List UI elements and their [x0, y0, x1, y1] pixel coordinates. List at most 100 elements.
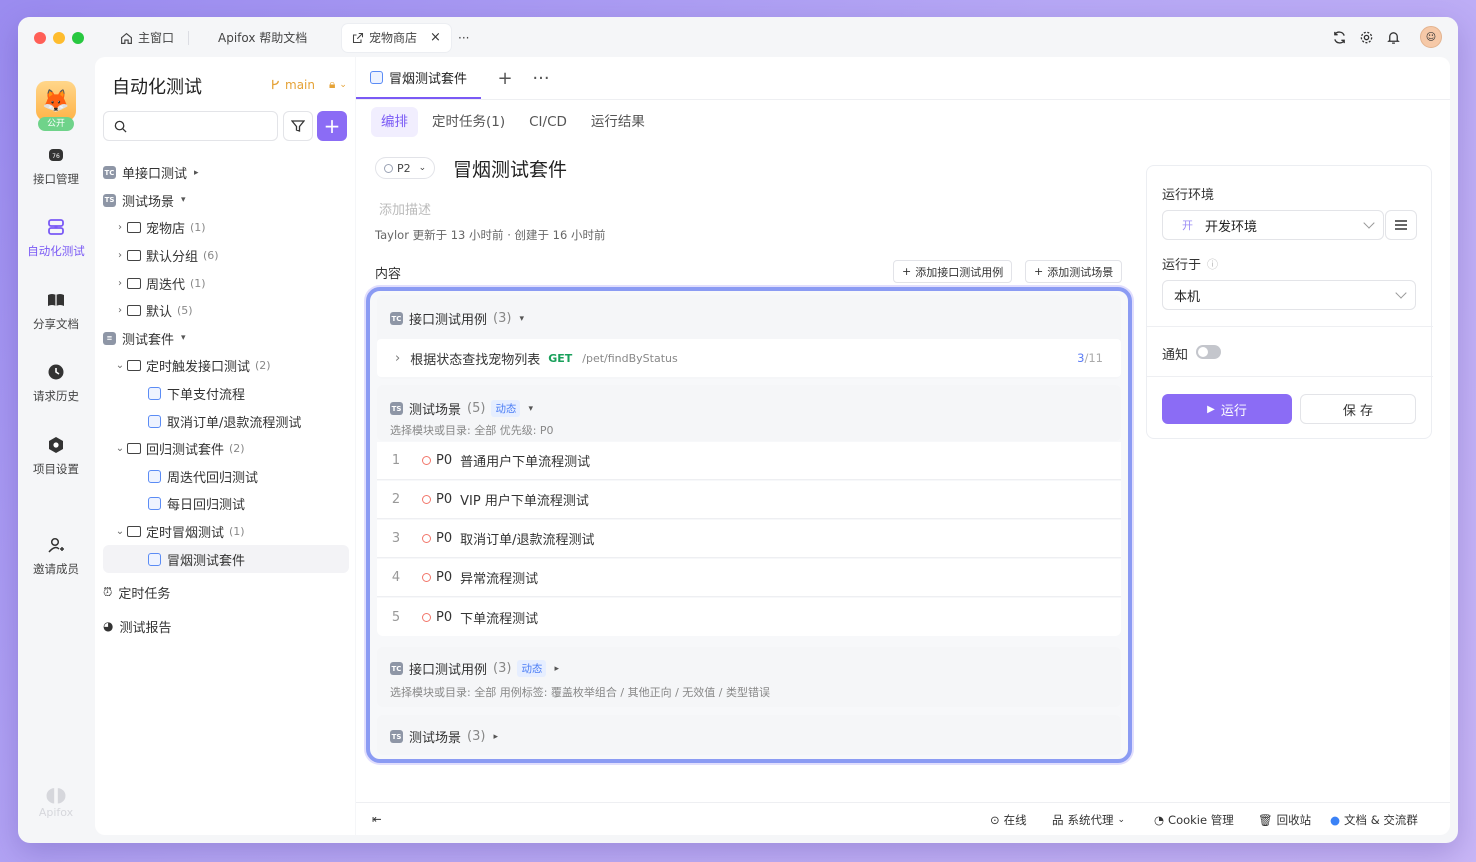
notify-label: 通知 [1162, 348, 1189, 363]
scene-row[interactable]: 1 P0 普通用户下单流程测试 [377, 442, 1121, 480]
window-tab-petstore[interactable]: 宠物商店 × [342, 24, 451, 52]
tree-root-test-suites[interactable]: ≡ 测试套件 ▾ [103, 325, 349, 353]
rail-item-api-management[interactable]: 76 接口管理 [18, 145, 94, 187]
chevron-right-icon[interactable]: › [113, 250, 127, 261]
description-field[interactable]: 添加描述 [379, 199, 431, 218]
minimize-window-button[interactable] [53, 32, 65, 44]
tree-root-test-reports[interactable]: ◕ 测试报告 [103, 613, 349, 641]
env-select[interactable]: 开 开发环境 [1162, 210, 1384, 240]
chevron-right-icon[interactable]: › [395, 351, 400, 366]
subtab-orchestrate[interactable]: 编排 [371, 107, 418, 137]
notify-toggle[interactable] [1196, 345, 1221, 359]
status-online[interactable]: ⊙ 在线 [990, 812, 1027, 828]
add-button[interactable]: + [317, 111, 347, 141]
tree-folder[interactable]: ⌄ 定时触发接口测试 (2) [103, 352, 349, 380]
rail-item-invite[interactable]: 邀请成员 [18, 535, 94, 577]
run-button-label: 运行 [1220, 403, 1247, 419]
chevron-down-icon[interactable]: ⌄ [113, 526, 127, 537]
tree-suite-selected[interactable]: 冒烟测试套件 [103, 545, 349, 573]
chevron-right-icon[interactable]: › [113, 305, 127, 316]
api-path: /pet/findByStatus [582, 351, 678, 365]
tree-suite[interactable]: 每日回归测试 [103, 490, 349, 518]
doc-tab-smoke-suite[interactable]: 冒烟测试套件 [356, 57, 482, 99]
refresh-icon[interactable] [1330, 28, 1348, 46]
rail-item-history[interactable]: 请求历史 [18, 362, 94, 404]
rail-item-share-docs[interactable]: 分享文档 [18, 290, 94, 332]
test-suite-icon [370, 70, 383, 84]
rail-item-automation[interactable]: 自动化测试 [18, 217, 94, 259]
tree-folder[interactable]: ⌄ 定时冒烟测试 (1) [103, 518, 349, 546]
chevron-down-icon[interactable]: ⌄ [113, 443, 127, 454]
collapse-sidebar-icon[interactable]: ⇤ [372, 812, 382, 826]
scene-row[interactable]: 4 P0 异常流程测试 [377, 559, 1121, 597]
block-title: 接口测试用例 [409, 313, 488, 328]
tree-suite[interactable]: 周迭代回归测试 [103, 463, 349, 491]
page-title[interactable]: 冒烟测试套件 [453, 155, 567, 182]
scene-row[interactable]: 2 P0 VIP 用户下单流程测试 [377, 481, 1121, 519]
tree-folder[interactable]: › 默认分组 (6) [103, 242, 349, 270]
tree-root-single-api-test[interactable]: TC 单接口测试 ▸ [103, 159, 349, 187]
block-header[interactable]: TC 接口测试用例 (3) ▾ [390, 309, 524, 328]
more-tabs-button[interactable]: ··· [448, 24, 479, 52]
chevron-down-icon[interactable]: ⌄ [113, 360, 127, 371]
info-icon[interactable]: ⓘ [1207, 256, 1218, 272]
subtab-scheduled[interactable]: 定时任务(1) [422, 107, 515, 137]
automation-icon [48, 219, 64, 235]
tree-folder[interactable]: › 默认 (5) [103, 297, 349, 325]
bell-icon[interactable] [1384, 28, 1402, 46]
run-on-select[interactable]: 本机 [1162, 280, 1416, 310]
tree-folder[interactable]: › 周迭代 (1) [103, 269, 349, 297]
sidebar: 自动化测试 main 🔒︎ ⌄ + TC 单接口测试 ▸ TS 测试场景 ▾ ›… [95, 57, 355, 835]
block-header[interactable]: TS 测试场景 (3) ▸ [390, 727, 498, 746]
rail-item-project-settings[interactable]: 项目设置 [18, 435, 94, 477]
tree-suite[interactable]: 取消订单/退款流程测试 [103, 407, 349, 435]
caret-down-icon[interactable]: ▾ [528, 404, 533, 414]
window-tab-help[interactable]: Apifox 帮助文档 [208, 24, 317, 52]
subtab-results[interactable]: 运行结果 [581, 107, 655, 137]
caret-down-icon[interactable]: ▾ [181, 333, 186, 343]
scene-row[interactable]: 5 P0 下单流程测试 [377, 598, 1121, 636]
run-button[interactable]: ▶ 运行 [1162, 394, 1292, 424]
block-header[interactable]: TC 接口测试用例 (3) 动态 ▸ [390, 659, 559, 678]
tree-folder[interactable]: › 宠物店 (1) [103, 214, 349, 242]
scene-row[interactable]: 3 P0 取消订单/退款流程测试 [377, 520, 1121, 558]
status-proxy[interactable]: 品 系统代理 ⌄ [1052, 812, 1125, 828]
filter-button[interactable] [283, 111, 313, 141]
tab-more-button[interactable]: ··· [523, 68, 559, 89]
add-test-case-button[interactable]: + 添加接口测试用例 [893, 260, 1013, 283]
project-logo[interactable]: 🦊 [36, 81, 76, 121]
tree-root-test-scenes[interactable]: TS 测试场景 ▾ [103, 187, 349, 215]
status-trash[interactable]: 🗑︎ 回收站 [1258, 812, 1311, 828]
caret-down-icon[interactable]: ▾ [519, 314, 524, 324]
priority-selector[interactable]: P2 ⌄ [375, 157, 436, 179]
status-docs[interactable]: ● 文档 & 交流群 [1330, 812, 1418, 828]
user-avatar[interactable]: ☺ [1420, 26, 1442, 48]
window-tab-home[interactable]: 主窗口 [110, 24, 184, 52]
scene-priority: P0 [436, 531, 453, 546]
close-tab-icon[interactable]: × [430, 24, 441, 52]
save-button[interactable]: 保 存 [1300, 394, 1416, 424]
chevron-right-icon[interactable]: › [113, 222, 127, 233]
close-window-button[interactable] [34, 32, 46, 44]
block-header[interactable]: TS 测试场景 (5) 动态 ▾ [390, 399, 533, 418]
tree-folder[interactable]: ⌄ 回归测试套件 (2) [103, 435, 349, 463]
title-bar: 主窗口 Apifox 帮助文档 宠物商店 × ··· ☺ [18, 17, 1458, 57]
search-input[interactable] [103, 111, 278, 141]
subtab-cicd[interactable]: CI/CD [519, 107, 577, 137]
window-tab-label: 主窗口 [138, 31, 175, 45]
chevron-right-icon[interactable]: › [113, 278, 127, 289]
caret-right-icon[interactable]: ▸ [554, 664, 559, 674]
caret-right-icon[interactable]: ▸ [194, 168, 199, 178]
branch-selector[interactable]: main 🔒︎ ⌄ [270, 77, 347, 92]
caret-down-icon[interactable]: ▾ [181, 195, 186, 205]
maximize-window-button[interactable] [72, 32, 84, 44]
status-cookie[interactable]: ◔ Cookie 管理 [1154, 812, 1234, 828]
add-test-scene-button[interactable]: + 添加测试场景 [1025, 260, 1123, 283]
gear-icon[interactable] [1357, 28, 1375, 46]
env-manage-button[interactable] [1385, 210, 1417, 240]
api-case-row[interactable]: › 根据状态查找宠物列表 GET /pet/findByStatus 3/11 [377, 339, 1121, 377]
tree-root-scheduled-tasks[interactable]: ⏰︎ 定时任务 [103, 579, 349, 607]
caret-right-icon[interactable]: ▸ [493, 732, 498, 742]
new-tab-button[interactable]: + [487, 68, 523, 89]
tree-suite[interactable]: 下单支付流程 [103, 380, 349, 408]
